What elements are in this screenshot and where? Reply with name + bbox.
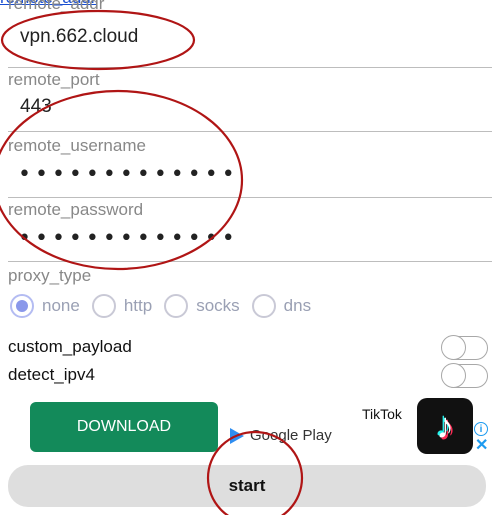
remote-port-underline — [8, 131, 492, 132]
remote-port-input[interactable]: 443 — [20, 94, 492, 120]
google-play-label: Google Play — [250, 427, 332, 444]
detect-ipv4-label: detect_ipv4 — [8, 365, 95, 384]
radio-http-label[interactable]: http — [124, 296, 152, 316]
start-button[interactable]: start — [8, 465, 486, 507]
custom-payload-toggle[interactable] — [441, 335, 488, 360]
proxy-type-radio-group: none http socks dns — [10, 294, 323, 318]
radio-http-circle[interactable] — [91, 294, 116, 318]
ad-app-name: TikTok — [362, 406, 402, 422]
google-play-icon — [230, 427, 244, 444]
remote-addr-underline — [8, 67, 492, 68]
detect-ipv4-row: detect_ipv4 — [8, 362, 492, 388]
remote-addr-field[interactable]: remote_addr vpn.662.cloud — [8, 0, 492, 68]
google-play-badge[interactable]: Google Play — [230, 427, 332, 444]
custom-payload-row: custom_payload — [8, 334, 492, 360]
radio-dns-circle[interactable] — [251, 294, 276, 318]
radio-dns-label[interactable]: dns — [284, 296, 311, 316]
remote-password-input[interactable]: ••••••••••••• — [18, 226, 492, 252]
remote-username-underline — [8, 197, 492, 198]
remote-password-underline — [8, 261, 492, 262]
detect-ipv4-toggle[interactable] — [441, 363, 488, 388]
ad-banner[interactable]: DOWNLOAD Google Play TikTok ♪ i ✕ — [0, 390, 492, 462]
radio-none[interactable]: none — [10, 294, 80, 318]
tiktok-logo-icon[interactable]: ♪ — [417, 398, 473, 454]
custom-payload-toggle-knob[interactable] — [441, 335, 466, 360]
radio-socks-label[interactable]: socks — [196, 296, 239, 316]
remote-addr-label: remote_addr — [8, 0, 105, 13]
radio-socks-circle[interactable] — [164, 294, 189, 318]
remote-addr-input[interactable]: vpn.662.cloud — [20, 24, 492, 50]
remote-port-label: remote_port — [8, 70, 100, 89]
remote-username-field[interactable]: remote_username ••••••••••••• — [8, 136, 492, 198]
remote-username-input[interactable]: ••••••••••••• — [18, 162, 492, 188]
remote-username-label: remote_username — [8, 136, 146, 155]
radio-dns[interactable]: dns — [251, 294, 311, 318]
info-icon[interactable]: i — [474, 422, 488, 436]
remote-port-field[interactable]: remote_port 443 — [8, 70, 492, 132]
proxy-type-label: proxy_type — [8, 266, 92, 285]
detect-ipv4-toggle-knob[interactable] — [441, 363, 466, 388]
remote-password-field[interactable]: remote_password ••••••••••••• — [8, 200, 492, 262]
radio-http[interactable]: http — [91, 294, 152, 318]
ad-download-button[interactable]: DOWNLOAD — [30, 402, 218, 452]
radio-none-circle[interactable] — [10, 294, 34, 318]
close-icon[interactable]: ✕ — [475, 438, 488, 454]
radio-socks[interactable]: socks — [164, 294, 240, 318]
radio-none-label[interactable]: none — [42, 296, 80, 316]
custom-payload-label: custom_payload — [8, 337, 132, 356]
remote-password-label: remote_password — [8, 200, 144, 219]
